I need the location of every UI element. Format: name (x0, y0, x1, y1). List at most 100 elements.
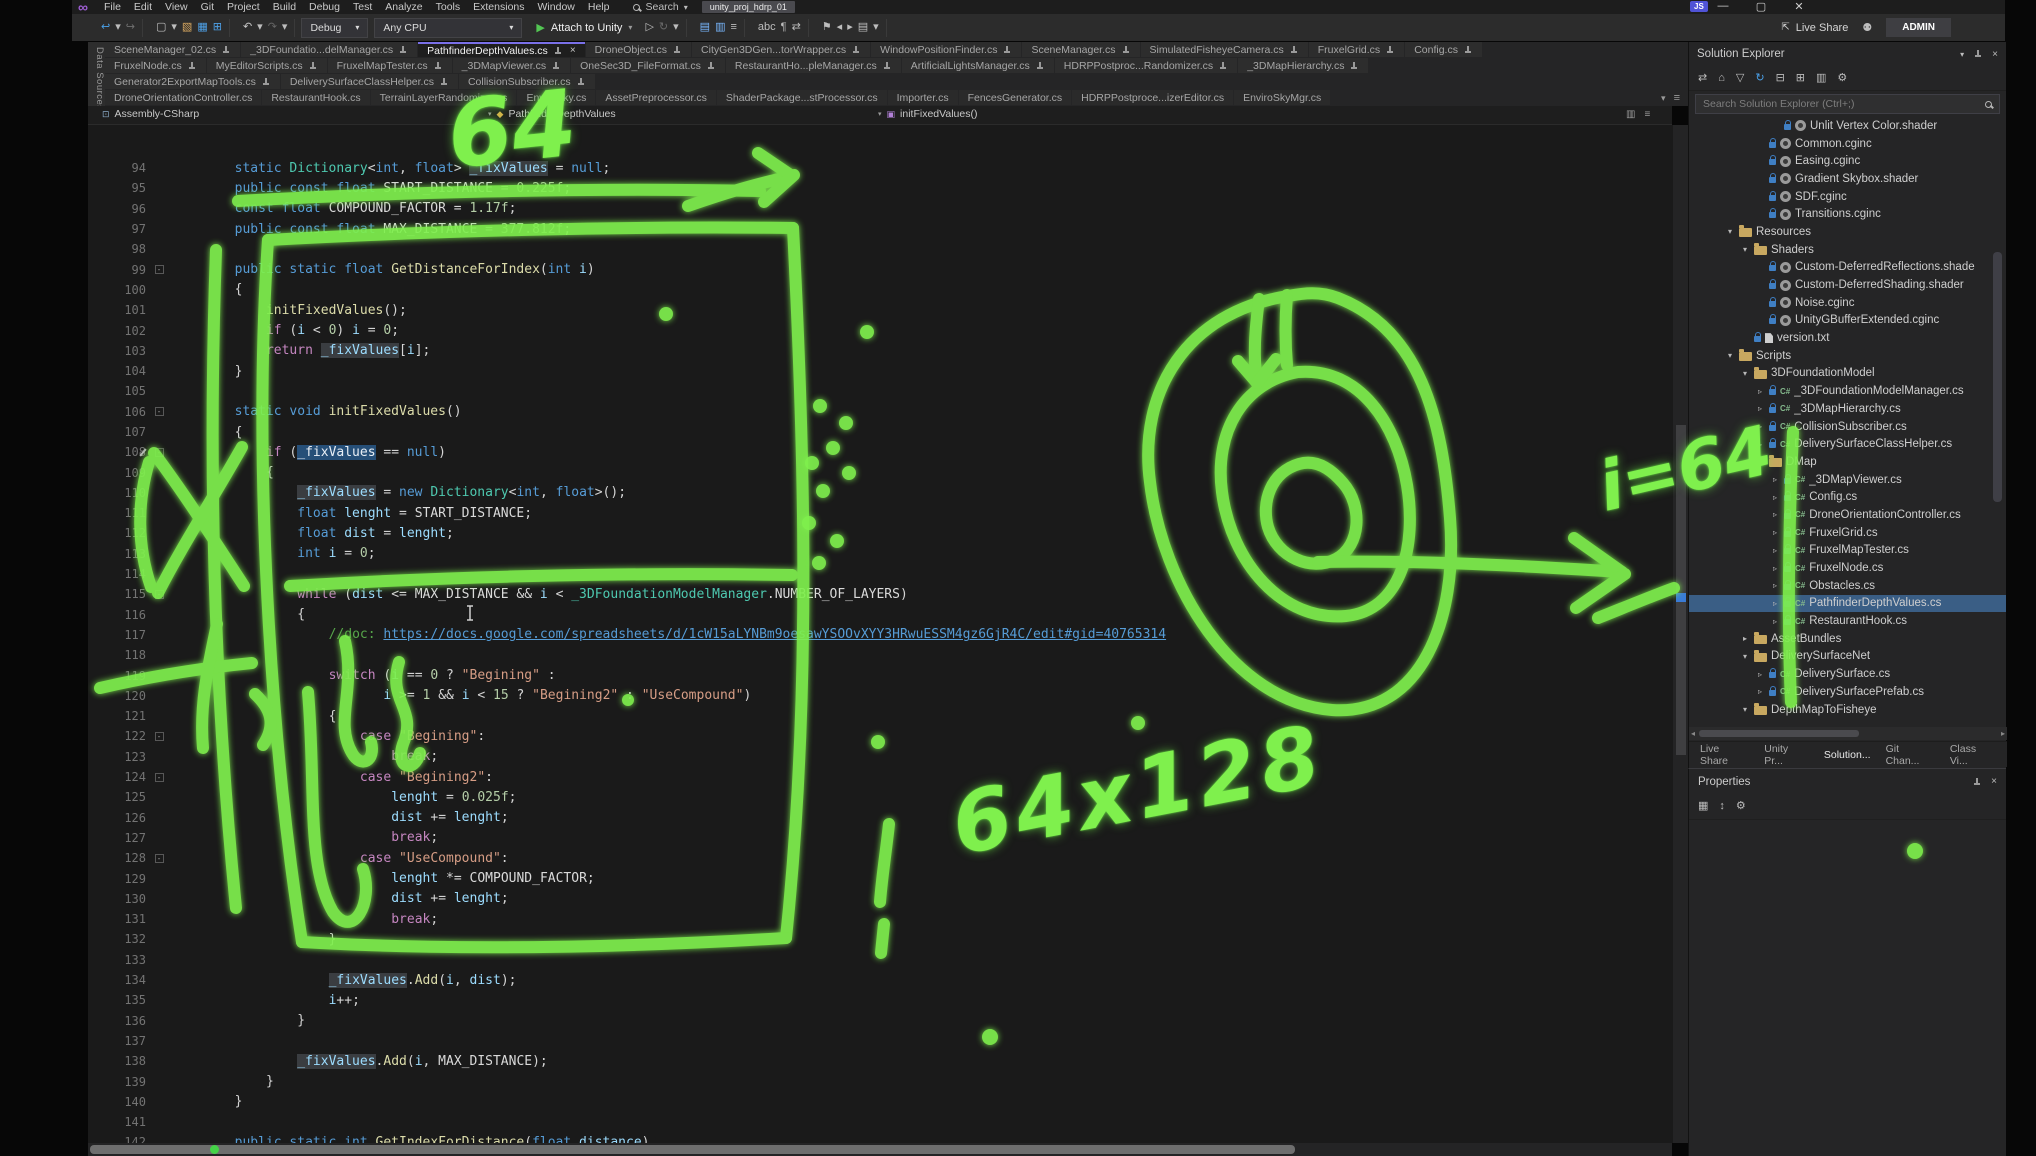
menu-item-file[interactable]: File (104, 1, 121, 13)
pin-icon[interactable] (553, 46, 563, 56)
lines-icon[interactable]: ≡ (730, 22, 736, 33)
chevron-expanded-icon[interactable]: ▾ (1725, 227, 1735, 236)
dropdown-icon[interactable]: ▾ (673, 22, 679, 33)
tree-item-noise-cginc[interactable]: Noise.cginc (1689, 294, 2006, 312)
tab-citygen3dgen-torwrapper-cs[interactable]: CityGen3DGen...torWrapper.cs (692, 42, 870, 57)
document-outline-icon[interactable]: ▥ (715, 22, 725, 33)
tab-config-cs[interactable]: Config.cs (1405, 42, 1482, 57)
pin-icon[interactable] (1349, 61, 1359, 71)
bookmark-next-icon[interactable]: ▸ (847, 22, 853, 33)
close-icon[interactable]: × (570, 45, 576, 56)
close-button[interactable]: ✕ (1788, 0, 1810, 13)
menu-item-analyze[interactable]: Analyze (385, 1, 422, 13)
tab-assetpreprocessor-cs[interactable]: AssetPreprocessor.cs (596, 90, 716, 105)
tree-item-resources[interactable]: ▾Resources (1689, 223, 2006, 241)
tree-item--3dmaphierarchy-cs[interactable]: ▹C#_3DMapHierarchy.cs (1689, 400, 2006, 418)
collapse-all-icon[interactable]: ⊟ (1776, 73, 1785, 84)
menu-item-view[interactable]: View (165, 1, 188, 13)
tab-collisionsubscriber-cs[interactable]: CollisionSubscriber.cs (459, 74, 595, 89)
menu-item-extensions[interactable]: Extensions (473, 1, 524, 13)
pin-icon[interactable] (706, 61, 716, 71)
pin-icon[interactable] (1218, 61, 1228, 71)
dropdown-icon[interactable]: ▾ (873, 22, 879, 33)
tree-item-assetbundles[interactable]: ▸AssetBundles (1689, 630, 2006, 648)
chevron-down-icon[interactable]: ▾ (1960, 50, 1964, 59)
tab-simulatedfisheyecamera-cs[interactable]: SimulatedFisheyeCamera.cs (1141, 42, 1308, 57)
new-file-icon[interactable]: ▢ (156, 22, 166, 33)
pin-icon[interactable] (261, 77, 271, 87)
filter-icon[interactable]: ▽ (1736, 73, 1744, 84)
tree-item-deliverysurfaceclasshelper-cs[interactable]: ▹C#DeliverySurfaceClassHelper.cs (1689, 435, 2006, 453)
maximize-button[interactable]: ▢ (1750, 0, 1772, 13)
tab-artificiallightsmanager-cs[interactable]: ArtificialLightsManager.cs (902, 58, 1054, 73)
tab-shaderpackage-stprocessor-cs[interactable]: ShaderPackage...stProcessor.cs (717, 90, 887, 105)
pin-icon[interactable] (1973, 49, 1983, 59)
tree-item-easing-cginc[interactable]: Easing.cginc (1689, 152, 2006, 170)
tree-item-sdf-cginc[interactable]: SDF.cginc (1689, 188, 2006, 206)
tab-scenemanager-02-cs[interactable]: SceneManager_02.cs (105, 42, 240, 57)
menu-item-project[interactable]: Project (227, 1, 260, 13)
fold-collapse-icon[interactable]: - (155, 265, 164, 274)
tab-hdrppostproc-randomizer-cs[interactable]: HDRPPostproc...Randomizer.cs (1055, 58, 1237, 73)
settings-icon[interactable]: ⚙ (1837, 73, 1847, 84)
chevron-expanded-icon[interactable]: ▾ (1740, 369, 1750, 378)
tree-item-fruxelmaptester-cs[interactable]: ▹C#FruxelMapTester.cs (1689, 542, 2006, 560)
tree-vertical-scrollbar[interactable] (1993, 252, 2002, 502)
pin-icon[interactable] (187, 61, 197, 71)
chevron-expanded-icon[interactable]: ▾ (1755, 457, 1765, 466)
pin-icon[interactable] (882, 61, 892, 71)
switch-views-icon[interactable]: ⇄ (1698, 73, 1707, 84)
spell-check-icon[interactable]: abc (758, 22, 776, 33)
tree-item-unitygbufferextended-cginc[interactable]: UnityGBufferExtended.cginc (1689, 312, 2006, 330)
selection-icon[interactable]: ¶ (781, 22, 787, 33)
tab-enviroskymgr-cs[interactable]: EnviroSkyMgr.cs (1234, 90, 1330, 105)
attach-to-unity-button[interactable]: ▶ Attach to Unity ▾ (536, 21, 632, 34)
refresh-icon[interactable]: ↻ (1755, 73, 1764, 84)
fold-collapse-icon[interactable]: - (155, 773, 164, 782)
save-all-icon[interactable]: ⊞ (213, 22, 222, 33)
tree-item-version-txt[interactable]: version.txt (1689, 329, 2006, 347)
platform-dropdown[interactable]: Any CPU▾ (374, 18, 522, 38)
tree-item-config-cs[interactable]: ▹C#Config.cs (1689, 488, 2006, 506)
property-pages-icon[interactable]: ⚙ (1736, 801, 1746, 812)
categorized-icon[interactable]: ▦ (1698, 801, 1708, 812)
pin-icon[interactable] (1289, 45, 1299, 55)
breadcrumb-project[interactable]: ⊡ Assembly-CSharp (102, 108, 199, 120)
tree-item-custom-deferredreflections-shade[interactable]: Custom-DeferredReflections.shade (1689, 259, 2006, 277)
alphabetical-icon[interactable]: ↕ (1719, 801, 1725, 812)
tree-item--3dmapviewer-cs[interactable]: ▹C#_3DMapViewer.cs (1689, 471, 2006, 489)
bookmark-icon[interactable]: ⚑ (822, 22, 832, 33)
fold-collapse-icon[interactable]: - (155, 590, 164, 599)
fold-collapse-icon[interactable]: - (155, 854, 164, 863)
search-box[interactable]: Search ▾ (633, 1, 687, 13)
tree-item-deliverysurface-cs[interactable]: ▹C#DeliverySurface.cs (1689, 665, 2006, 683)
home-icon[interactable]: ⌂ (1718, 73, 1725, 84)
pin-icon[interactable] (308, 61, 318, 71)
tree-item-deliverysurfaceprefab-cs[interactable]: ▹C#DeliverySurfacePrefab.cs (1689, 683, 2006, 701)
pin-icon[interactable] (1972, 777, 1982, 787)
pin-icon[interactable] (439, 77, 449, 87)
pin-icon[interactable] (1385, 45, 1395, 55)
dropdown-icon[interactable]: ▾ (115, 22, 121, 33)
tree-item-scripts[interactable]: ▾Scripts (1689, 347, 2006, 365)
breadcrumb-member[interactable]: ▾ ▣ initFixedValues() (878, 108, 977, 120)
tree-item-transitions-cginc[interactable]: Transitions.cginc (1689, 205, 2006, 223)
minimize-button[interactable]: — (1712, 0, 1734, 13)
panel-tab-unity-pr-[interactable]: Unity Pr... (1764, 743, 1809, 767)
tree-item-3dfoundationmodel[interactable]: ▾3DFoundationModel (1689, 365, 2006, 383)
tree-item-restauranthook-cs[interactable]: ▹C#RestaurantHook.cs (1689, 612, 2006, 630)
tree-item-common-cginc[interactable]: Common.cginc (1689, 135, 2006, 153)
scroll-left-icon[interactable]: ◂ (1691, 729, 1695, 738)
tab-droneobject-cs[interactable]: DroneObject.cs (586, 42, 691, 57)
nav-forward-icon[interactable]: ↪ (126, 22, 135, 33)
panel-tab-class-vi-[interactable]: Class Vi... (1950, 743, 1996, 767)
chevron-expanded-icon[interactable]: ▾ (1740, 245, 1750, 254)
code-editor[interactable]: 94static Dictionary<int, float> _fixValu… (88, 125, 1672, 1143)
person-icon[interactable]: ⚉ (1862, 21, 1872, 34)
tab-fruxelgrid-cs[interactable]: FruxelGrid.cs (1309, 42, 1404, 57)
tab-scenemanager-cs[interactable]: SceneManager.cs (1022, 42, 1139, 57)
tree-item-fruxelgrid-cs[interactable]: ▹C#FruxelGrid.cs (1689, 524, 2006, 542)
tab-myeditorscripts-cs[interactable]: MyEditorScripts.cs (207, 58, 327, 73)
tab--3dmaphierarchy-cs[interactable]: _3DMapHierarchy.cs (1238, 58, 1368, 73)
tab-onesec3d-fileformat-cs[interactable]: OneSec3D_FileFormat.cs (571, 58, 725, 73)
